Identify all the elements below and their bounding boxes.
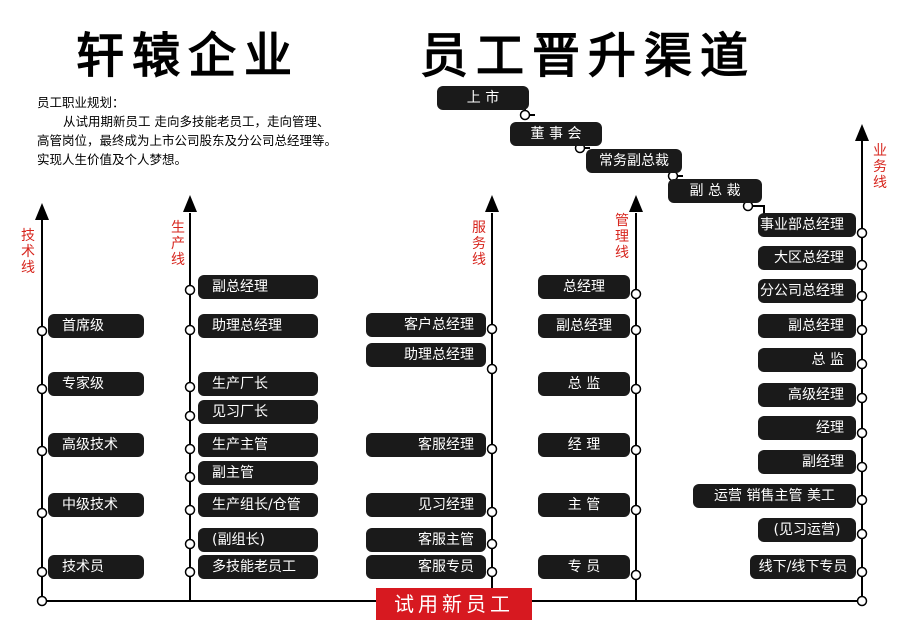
management-supervisor: 主 管 — [538, 493, 630, 517]
tech-expert: 专家级 — [48, 372, 144, 396]
trial-new-employee: 试用新员工 — [376, 588, 532, 620]
step-ipo: 上 市 — [437, 86, 529, 110]
business-ops-sales-design: 运营 销售主管 美工 — [693, 484, 856, 508]
business-branch-gm: 分公司总经理 — [758, 279, 856, 303]
tech-intermediate: 中级技术 — [48, 493, 144, 517]
management-vice-gm: 副总经理 — [538, 314, 630, 338]
business-regional-gm: 大区总经理 — [758, 246, 856, 270]
service-customer-gm: 客户总经理 — [366, 313, 486, 337]
service-cs-supervisor: 客服主管 — [366, 528, 486, 552]
production-trainee-plant-manager: 见习厂长 — [198, 400, 318, 424]
management-specialist: 专 员 — [538, 555, 630, 579]
tech-chief: 首席级 — [48, 314, 144, 338]
business-division-gm: 事业部总经理 — [758, 213, 856, 237]
tech-technician: 技术员 — [48, 555, 144, 579]
axis-label-management: 管理线 — [615, 213, 629, 261]
business-manager: 经理 — [758, 416, 856, 440]
axis-label-production: 生产线 — [171, 220, 185, 268]
service-assistant-gm: 助理总经理 — [366, 343, 486, 367]
business-deputy-manager: 副经理 — [758, 450, 856, 474]
production-assistant-gm: 助理总经理 — [198, 314, 318, 338]
management-gm: 总经理 — [538, 275, 630, 299]
tech-senior: 高级技术 — [48, 433, 144, 457]
step-board: 董 事 会 — [510, 122, 602, 146]
axis-label-tech: 技术线 — [21, 228, 35, 276]
business-senior-manager: 高级经理 — [758, 383, 856, 407]
service-cs-manager: 客服经理 — [366, 433, 486, 457]
business-director: 总 监 — [758, 348, 856, 372]
production-team-leader: 生产组长/仓管 — [198, 493, 318, 517]
production-supervisor: 生产主管 — [198, 433, 318, 457]
business-offline-specialist: 线下/线下专员 — [750, 555, 856, 579]
production-deputy-leader: (副组长) — [198, 528, 318, 552]
axis-label-business: 业务线 — [873, 143, 887, 191]
step-vp: 副 总 裁 — [668, 179, 762, 203]
management-director: 总 监 — [538, 372, 630, 396]
production-multi-skilled: 多技能老员工 — [198, 555, 318, 579]
service-cs-specialist: 客服专员 — [366, 555, 486, 579]
production-plant-manager: 生产厂长 — [198, 372, 318, 396]
management-manager: 经 理 — [538, 433, 630, 457]
step-executive-vp: 常务副总裁 — [586, 149, 682, 173]
axis-label-service: 服务线 — [472, 220, 486, 268]
production-vice-gm: 副总经理 — [198, 275, 318, 299]
business-vice-gm: 副总经理 — [758, 314, 856, 338]
service-trainee-manager: 见习经理 — [366, 493, 486, 517]
production-deputy-supervisor: 副主管 — [198, 461, 318, 485]
business-trainee-ops: (见习运营) — [758, 518, 856, 542]
